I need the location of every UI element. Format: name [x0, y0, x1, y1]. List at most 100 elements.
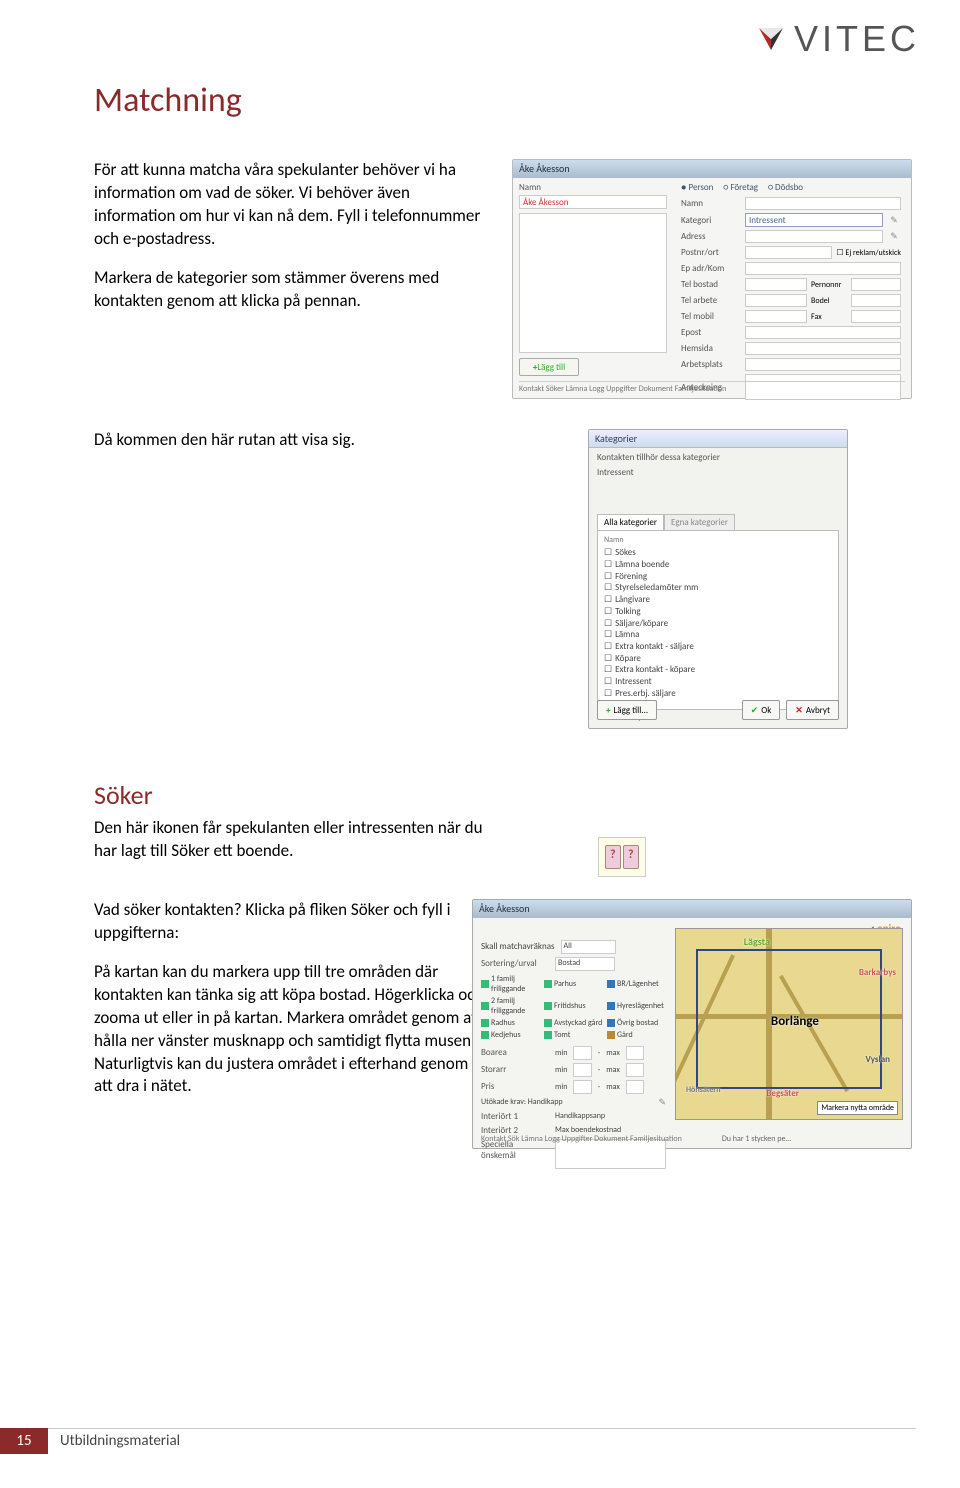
pencil-icon[interactable]: ✎ [658, 1097, 666, 1108]
intro-text: För att kunna matcha våra spekulanter be… [94, 159, 488, 329]
category-item[interactable]: Pres.erbj. säljare [604, 688, 832, 700]
inp-tbo[interactable] [745, 278, 807, 291]
extra-row: Interiört 1Handikappsanp [481, 1111, 666, 1122]
soker-heading: Söker [94, 779, 912, 811]
category-item[interactable]: Styrelseledamöter mm [604, 582, 832, 594]
inp-arb[interactable] [745, 358, 901, 371]
inp-epost[interactable] [745, 326, 901, 339]
soker-p3: På kartan kan du markera upp till tre om… [94, 961, 488, 1099]
type-checkbox[interactable]: Kedjehus [481, 1030, 540, 1040]
category-item[interactable]: Köpare [604, 653, 832, 665]
soker-p2: Vad söker kontakten? Klicka på fliken Sö… [94, 899, 488, 945]
map-label: Vyslan [866, 1054, 890, 1065]
match-label: Skall matchavräknas [481, 941, 555, 952]
check-icon: ✔ [751, 705, 759, 716]
inp-ep[interactable] [745, 262, 901, 275]
logo-mark-icon [756, 24, 786, 54]
map-area[interactable]: Lägsta Barkarbys Borlänge Vyslan Hönsäte… [675, 928, 903, 1120]
inp-postnr[interactable] [745, 246, 832, 259]
type-checkbox[interactable]: Gård [607, 1030, 666, 1040]
radio-foretag[interactable]: ○ Företag [723, 182, 758, 193]
cancel-button[interactable]: ✕Avbryt [786, 700, 839, 720]
type-checkbox[interactable]: BR/Lägenhet [607, 974, 666, 994]
bottom-tabs[interactable]: Kontakt Sök Lämna Logg Uppgifter Dokumen… [481, 1134, 682, 1144]
inp-adress[interactable] [745, 230, 883, 243]
ruta-text: Då kommen den här rutan att visa sig. [94, 429, 494, 452]
plus-icon: + [606, 705, 610, 716]
type-checkbox[interactable]: Hyreslägenhet [607, 996, 666, 1016]
tab-own[interactable]: Egna kategorier [664, 514, 735, 530]
list-header: Namn [604, 535, 832, 545]
save-label: Lägg till [537, 362, 565, 373]
sel-kategori[interactable]: Intressent [745, 213, 883, 227]
map-label: Barkarbys [859, 967, 896, 978]
f-ep: Ep adr/Kom [681, 263, 741, 274]
type-checkbox[interactable]: Fritidshus [544, 996, 603, 1016]
page-content: Matchning För att kunna matcha våra spek… [0, 0, 960, 1149]
category-item[interactable]: Säljare/köpare [604, 618, 832, 630]
add-button[interactable]: +Lägg till... [597, 700, 657, 720]
page-footer: 15 Utbildningsmaterial [0, 1428, 960, 1458]
list-area[interactable] [519, 213, 667, 353]
inp-namn[interactable] [745, 197, 901, 210]
soker-p1: Den här ikonen får spekulanten eller int… [94, 817, 494, 863]
category-item[interactable]: Intressent [604, 676, 832, 688]
category-tabs[interactable]: Alla kategorier Egna kategorier [597, 514, 839, 530]
type-checkbox[interactable]: 1 familj friliggande [481, 974, 540, 994]
inp-fax[interactable] [851, 310, 901, 323]
sel-bostad[interactable]: Bostad [555, 957, 615, 971]
intro-p2: Markera de kategorier som stämmer överen… [94, 267, 488, 313]
save-button[interactable]: +Lägg till [519, 358, 579, 376]
page-title: Matchning [94, 80, 912, 121]
pencil-icon[interactable]: ✎ [887, 231, 901, 242]
chk-reklam[interactable]: ☐ Ej reklam/utskick [836, 248, 901, 258]
type-checkbox[interactable]: Tomt [544, 1030, 603, 1040]
inp-tmo[interactable] [745, 310, 807, 323]
footer-label: Utbildningsmaterial [60, 1432, 180, 1450]
tab-all[interactable]: Alla kategorier [597, 514, 664, 530]
inp-hem[interactable] [745, 342, 901, 355]
name-input[interactable]: Åke Åkesson [519, 195, 667, 209]
contact-window-screenshot: Åke Åkesson Namn Åke Åkesson ● Person ○ … [512, 159, 912, 399]
ok-button[interactable]: ✔Ok [742, 700, 781, 720]
page-number: 15 [0, 1428, 48, 1454]
category-item[interactable]: Extra kontakt - säljare [604, 641, 832, 653]
type-checkbox[interactable]: Parhus [544, 974, 603, 994]
type-radios[interactable]: ● Person ○ Företag ○ Dödsbo [681, 182, 901, 193]
map-mark-button[interactable]: Markera nytta område [817, 1101, 898, 1115]
f-kategori: Kategori [681, 215, 741, 226]
category-item[interactable]: Tolking [604, 606, 832, 618]
f-tmo: Tel mobil [681, 311, 741, 322]
bottom-tabs[interactable]: Kontakt Söker Lämna Logg Uppgifter Dokum… [519, 381, 905, 395]
type-checkbox[interactable]: Övrig bostad [607, 1018, 666, 1028]
type-checkbox[interactable]: Avstyckad gård [544, 1018, 603, 1028]
logo-text: VITEC [794, 18, 920, 60]
radio-person[interactable]: ● Person [681, 182, 713, 193]
status-text: Du har 1 stycken pe… [722, 1134, 791, 1144]
category-item[interactable]: Förening [604, 571, 832, 583]
dialog-title: Kategorier [589, 430, 847, 448]
vitec-logo: VITEC [756, 18, 920, 60]
range-row: Storarrmin-max [481, 1063, 666, 1077]
radio-dodsbo[interactable]: ○ Dödsbo [768, 182, 803, 193]
category-item[interactable]: Lämna [604, 629, 832, 641]
range-row: Boareamin-max [481, 1046, 666, 1060]
inp-bodel[interactable] [851, 294, 901, 307]
category-item[interactable]: Lämna boende [604, 559, 832, 571]
sel-all[interactable]: All [561, 940, 616, 954]
type-checkbox[interactable]: Radhus [481, 1018, 540, 1028]
category-item[interactable]: Sökes [604, 547, 832, 559]
category-item[interactable]: Långivare [604, 594, 832, 606]
f-hem: Hemsida [681, 343, 741, 354]
search-map-screenshot: Åke Åkesson ◐eniro Skall matchavräknasAl… [472, 899, 912, 1149]
intro-p1: För att kunna matcha våra spekulanter be… [94, 159, 488, 251]
f-arb: Arbetsplats [681, 359, 741, 370]
inp-pnr[interactable] [851, 278, 901, 291]
type-checkbox[interactable]: 2 familj friliggande [481, 996, 540, 1016]
category-list[interactable]: Namn SökesLämna boendeFöreningStyrelsele… [597, 530, 839, 710]
inp-tar[interactable] [745, 294, 807, 307]
dialog-sub2: Intressent [589, 467, 847, 482]
category-item[interactable]: Extra kontakt - köpare [604, 664, 832, 676]
window-title: Åke Åkesson [473, 900, 911, 918]
pencil-icon[interactable]: ✎ [887, 215, 901, 226]
